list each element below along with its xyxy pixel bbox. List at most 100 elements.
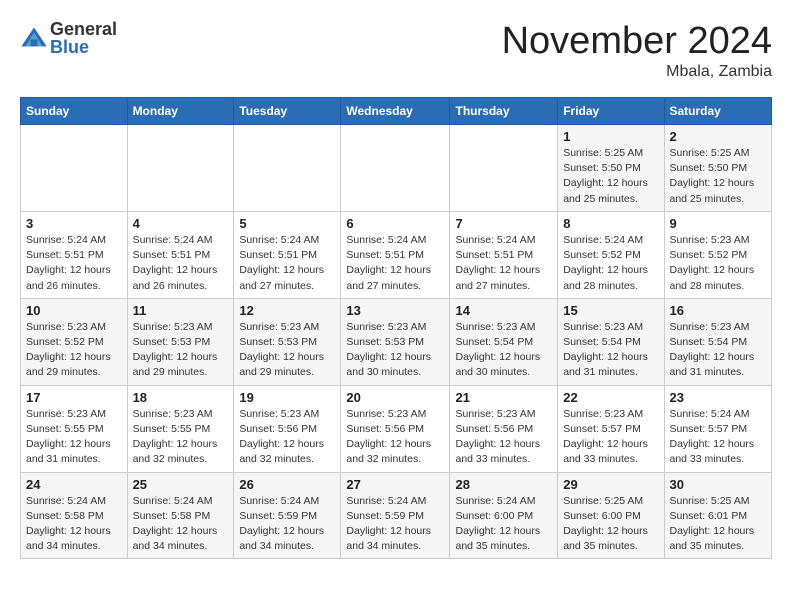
logo-general-text: General <box>50 20 117 38</box>
day-number: 23 <box>670 390 767 405</box>
day-cell: 12 Sunrise: 5:23 AM Sunset: 5:53 PM Dayli… <box>234 298 341 385</box>
day-info: Sunrise: 5:23 AM Sunset: 5:54 PM Dayligh… <box>670 320 767 381</box>
day-number: 1 <box>563 129 658 144</box>
day-info: Sunrise: 5:24 AM Sunset: 5:51 PM Dayligh… <box>346 233 444 294</box>
day-info: Sunrise: 5:25 AM Sunset: 5:50 PM Dayligh… <box>563 146 658 207</box>
day-info: Sunrise: 5:24 AM Sunset: 5:58 PM Dayligh… <box>133 494 229 555</box>
day-number: 9 <box>670 216 767 231</box>
day-cell: 29 Sunrise: 5:25 AM Sunset: 6:00 PM Dayli… <box>558 472 664 559</box>
day-cell <box>341 125 450 212</box>
day-info: Sunrise: 5:23 AM Sunset: 5:55 PM Dayligh… <box>26 407 122 468</box>
week-row-1: 3 Sunrise: 5:24 AM Sunset: 5:51 PM Daylig… <box>21 211 772 298</box>
header-cell-sunday: Sunday <box>21 98 128 125</box>
day-cell <box>450 125 558 212</box>
day-cell: 23 Sunrise: 5:24 AM Sunset: 5:57 PM Dayli… <box>664 385 772 472</box>
day-number: 15 <box>563 303 658 318</box>
day-info: Sunrise: 5:23 AM Sunset: 5:57 PM Dayligh… <box>563 407 658 468</box>
day-cell: 18Sunrise: 5:23 AM Sunset: 5:55 PM Dayli… <box>127 385 234 472</box>
day-info: Sunrise: 5:23 AM Sunset: 5:53 PM Dayligh… <box>133 320 229 381</box>
day-info: Sunrise: 5:23 AM Sunset: 5:56 PM Dayligh… <box>455 407 552 468</box>
day-number: 3 <box>26 216 122 231</box>
day-number: 25 <box>133 477 229 492</box>
day-number: 30 <box>670 477 767 492</box>
day-info: Sunrise: 5:25 AM Sunset: 6:00 PM Dayligh… <box>563 494 658 555</box>
day-number: 29 <box>563 477 658 492</box>
day-number: 5 <box>239 216 335 231</box>
day-number: 2 <box>670 129 767 144</box>
day-info: Sunrise: 5:23 AM Sunset: 5:52 PM Dayligh… <box>670 233 767 294</box>
day-number: 26 <box>239 477 335 492</box>
day-info: Sunrise: 5:24 AM Sunset: 5:59 PM Dayligh… <box>346 494 444 555</box>
header-cell-tuesday: Tuesday <box>234 98 341 125</box>
day-info: Sunrise: 5:25 AM Sunset: 6:01 PM Dayligh… <box>670 494 767 555</box>
day-number: 17 <box>26 390 122 405</box>
day-number: 21 <box>455 390 552 405</box>
day-info: Sunrise: 5:23 AM Sunset: 5:56 PM Dayligh… <box>346 407 444 468</box>
header-row: SundayMondayTuesdayWednesdayThursdayFrid… <box>21 98 772 125</box>
day-number: 22 <box>563 390 658 405</box>
day-info: Sunrise: 5:24 AM Sunset: 5:52 PM Dayligh… <box>563 233 658 294</box>
header-cell-monday: Monday <box>127 98 234 125</box>
day-info: Sunrise: 5:23 AM Sunset: 5:54 PM Dayligh… <box>563 320 658 381</box>
day-cell: 6 Sunrise: 5:24 AM Sunset: 5:51 PM Daylig… <box>341 211 450 298</box>
header-cell-saturday: Saturday <box>664 98 772 125</box>
day-number: 12 <box>239 303 335 318</box>
day-number: 19 <box>239 390 335 405</box>
day-cell: 7Sunrise: 5:24 AM Sunset: 5:51 PM Daylig… <box>450 211 558 298</box>
day-cell <box>21 125 128 212</box>
day-cell: 1 Sunrise: 5:25 AM Sunset: 5:50 PM Daylig… <box>558 125 664 212</box>
week-row-3: 17 Sunrise: 5:23 AM Sunset: 5:55 PM Dayli… <box>21 385 772 472</box>
day-number: 4 <box>133 216 229 231</box>
day-number: 16 <box>670 303 767 318</box>
day-cell <box>234 125 341 212</box>
header-cell-friday: Friday <box>558 98 664 125</box>
day-cell: 3 Sunrise: 5:24 AM Sunset: 5:51 PM Daylig… <box>21 211 128 298</box>
calendar-header: SundayMondayTuesdayWednesdayThursdayFrid… <box>21 98 772 125</box>
day-cell: 13Sunrise: 5:23 AM Sunset: 5:53 PM Dayli… <box>341 298 450 385</box>
header-cell-thursday: Thursday <box>450 98 558 125</box>
day-number: 11 <box>133 303 229 318</box>
day-cell: 19 Sunrise: 5:23 AM Sunset: 5:56 PM Dayli… <box>234 385 341 472</box>
day-info: Sunrise: 5:24 AM Sunset: 5:57 PM Dayligh… <box>670 407 767 468</box>
calendar-page: General Blue November 2024 Mbala, Zambia… <box>0 0 792 569</box>
day-cell: 10Sunrise: 5:23 AM Sunset: 5:52 PM Dayli… <box>21 298 128 385</box>
day-info: Sunrise: 5:23 AM Sunset: 5:53 PM Dayligh… <box>239 320 335 381</box>
title-area: November 2024 Mbala, Zambia <box>502 20 772 81</box>
day-cell: 22 Sunrise: 5:23 AM Sunset: 5:57 PM Dayli… <box>558 385 664 472</box>
day-cell: 17 Sunrise: 5:23 AM Sunset: 5:55 PM Dayli… <box>21 385 128 472</box>
day-info: Sunrise: 5:25 AM Sunset: 5:50 PM Dayligh… <box>670 146 767 207</box>
day-info: Sunrise: 5:24 AM Sunset: 5:58 PM Dayligh… <box>26 494 122 555</box>
day-cell: 20Sunrise: 5:23 AM Sunset: 5:56 PM Dayli… <box>341 385 450 472</box>
day-cell: 27 Sunrise: 5:24 AM Sunset: 5:59 PM Dayli… <box>341 472 450 559</box>
month-title: November 2024 <box>502 20 772 63</box>
day-info: Sunrise: 5:23 AM Sunset: 5:53 PM Dayligh… <box>346 320 444 381</box>
header-cell-wednesday: Wednesday <box>341 98 450 125</box>
day-number: 8 <box>563 216 658 231</box>
day-number: 24 <box>26 477 122 492</box>
day-number: 7 <box>455 216 552 231</box>
day-cell: 26 Sunrise: 5:24 AM Sunset: 5:59 PM Dayli… <box>234 472 341 559</box>
day-info: Sunrise: 5:24 AM Sunset: 5:59 PM Dayligh… <box>239 494 335 555</box>
week-row-4: 24 Sunrise: 5:24 AM Sunset: 5:58 PM Dayli… <box>21 472 772 559</box>
day-cell <box>127 125 234 212</box>
calendar-body: 1 Sunrise: 5:25 AM Sunset: 5:50 PM Daylig… <box>21 125 772 559</box>
calendar-table: SundayMondayTuesdayWednesdayThursdayFrid… <box>20 97 772 559</box>
day-info: Sunrise: 5:23 AM Sunset: 5:56 PM Dayligh… <box>239 407 335 468</box>
day-number: 27 <box>346 477 444 492</box>
day-info: Sunrise: 5:24 AM Sunset: 5:51 PM Dayligh… <box>26 233 122 294</box>
day-number: 6 <box>346 216 444 231</box>
day-info: Sunrise: 5:24 AM Sunset: 6:00 PM Dayligh… <box>455 494 552 555</box>
day-cell: 15 Sunrise: 5:23 AM Sunset: 5:54 PM Dayli… <box>558 298 664 385</box>
day-info: Sunrise: 5:23 AM Sunset: 5:55 PM Dayligh… <box>133 407 229 468</box>
day-cell: 4Sunrise: 5:24 AM Sunset: 5:51 PM Daylig… <box>127 211 234 298</box>
day-info: Sunrise: 5:24 AM Sunset: 5:51 PM Dayligh… <box>239 233 335 294</box>
logo-text: General Blue <box>50 20 117 56</box>
location-text: Mbala, Zambia <box>502 63 772 81</box>
logo-icon <box>20 24 48 52</box>
week-row-0: 1 Sunrise: 5:25 AM Sunset: 5:50 PM Daylig… <box>21 125 772 212</box>
day-number: 14 <box>455 303 552 318</box>
logo-blue-text: Blue <box>50 38 117 56</box>
day-info: Sunrise: 5:23 AM Sunset: 5:54 PM Dayligh… <box>455 320 552 381</box>
day-cell: 30 Sunrise: 5:25 AM Sunset: 6:01 PM Dayli… <box>664 472 772 559</box>
page-header: General Blue November 2024 Mbala, Zambia <box>20 20 772 81</box>
